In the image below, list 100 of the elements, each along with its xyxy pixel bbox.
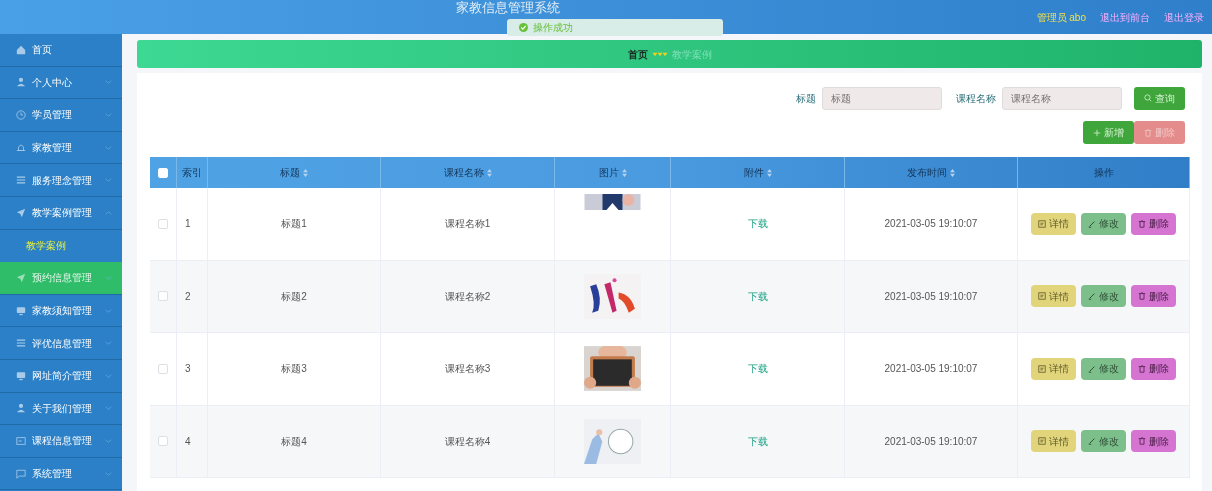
sidebar-subitem[interactable]: 教学案例	[0, 229, 122, 263]
details-button[interactable]: 详情	[1031, 357, 1076, 380]
edit-button[interactable]: 修改	[1081, 357, 1126, 380]
table-cell-text: 课程名称3	[444, 362, 491, 377]
checkbox[interactable]	[158, 363, 168, 374]
sidebar-label: 关于我们管理	[32, 401, 93, 416]
sidebar-item[interactable]: 个人中心	[0, 66, 122, 100]
sidebar-item[interactable]: 网址简介管理	[0, 359, 122, 393]
monitor-icon	[16, 370, 26, 381]
table-cell-text: 2021-03-05 19:10:07	[884, 217, 978, 232]
sidebar-item[interactable]: 预约信息管理	[0, 262, 122, 295]
search-icon	[1144, 94, 1152, 102]
document-icon	[1038, 437, 1046, 446]
search-button[interactable]: 查询	[1134, 86, 1185, 110]
pencil-icon	[1088, 219, 1096, 228]
sidebar-label: 家教管理	[32, 141, 73, 156]
edit-button[interactable]: 修改	[1081, 285, 1126, 308]
add-button[interactable]: 新增	[1083, 121, 1134, 144]
home-icon	[16, 44, 26, 55]
sort-icon	[766, 168, 772, 177]
table-cell-text: 2021-03-05 19:10:07	[884, 289, 978, 304]
send-icon	[16, 207, 26, 218]
sidebar-item[interactable]: 家教管理	[0, 131, 122, 165]
sidebar-label: 预约信息管理	[32, 271, 93, 286]
delete-button[interactable]: 删除	[1131, 430, 1176, 453]
document-icon	[1038, 292, 1046, 301]
checkbox[interactable]	[158, 436, 168, 447]
trash-icon	[1138, 364, 1146, 373]
pencil-icon	[1088, 437, 1096, 446]
app-title: 家教信息管理系统	[456, 0, 561, 18]
table-cell-text: 标题3	[281, 362, 307, 377]
details-button[interactable]: 详情	[1031, 212, 1076, 235]
sidebar-item[interactable]: 服务理念管理	[0, 164, 122, 197]
sidebar-item[interactable]: 系统管理	[0, 457, 122, 491]
edit-button[interactable]: 修改	[1081, 430, 1126, 453]
delete-button[interactable]: 删除	[1131, 357, 1176, 380]
sidebar-label: 教学案例管理	[32, 206, 93, 221]
header-link[interactable]: 退出到前台	[1100, 9, 1150, 25]
table-cell-text: 4	[185, 434, 191, 449]
delete-button[interactable]: 删除	[1131, 285, 1176, 308]
sort-icon	[950, 168, 955, 177]
sidebar-item[interactable]: 评优信息管理	[0, 327, 122, 360]
download-link[interactable]: 下载	[747, 433, 768, 449]
trash-icon	[1138, 219, 1146, 228]
chat-icon	[16, 468, 26, 479]
trash-icon	[1138, 437, 1146, 446]
search-label: 标题	[796, 91, 816, 106]
details-button[interactable]: 详情	[1031, 430, 1076, 453]
document-icon	[1038, 219, 1046, 228]
send-icon	[16, 272, 26, 283]
bell-icon	[16, 142, 26, 153]
toast-message: 操作成功	[533, 21, 573, 35]
sidebar-item[interactable]: 教学案例管理	[0, 196, 122, 230]
table-cell-text: 1	[185, 217, 191, 232]
header-link[interactable]: 退出登录	[1164, 9, 1204, 25]
user-icon	[16, 403, 26, 414]
clock-icon	[16, 110, 26, 120]
sort-icon	[621, 168, 627, 177]
table-cell-text: 课程名称2	[444, 289, 491, 304]
sidebar-label: 课程信息管理	[32, 434, 93, 449]
card-icon	[16, 435, 26, 446]
menu-icon	[16, 175, 26, 186]
admin-label: 管理员 abo	[1036, 10, 1086, 25]
checkbox[interactable]	[158, 218, 168, 229]
table-cell-text: 标题1	[281, 217, 307, 232]
trash-icon	[1144, 128, 1152, 137]
sidebar-item[interactable]: 家教须知管理	[0, 294, 122, 328]
download-link[interactable]: 下载	[747, 361, 768, 377]
checkbox[interactable]	[158, 291, 168, 302]
sidebar-label: 评优信息管理	[32, 336, 93, 351]
sort-icon	[486, 168, 492, 177]
plus-icon	[1093, 128, 1101, 137]
sidebar-label: 首页	[32, 43, 53, 58]
success-icon	[519, 23, 528, 32]
sidebar-label: 学员管理	[32, 108, 73, 123]
sidebar-item[interactable]: 课程信息管理	[0, 425, 122, 458]
sidebar-label: 系统管理	[32, 467, 73, 481]
sidebar-label: 家教须知管理	[32, 304, 93, 319]
search-label: 课程名称	[956, 91, 996, 106]
table-cell-text: 2021-03-05 19:10:07	[884, 434, 978, 449]
breadcrumb-item[interactable]: 首页	[627, 46, 648, 62]
table-cell-text: 课程名称4	[444, 434, 491, 449]
sidebar-item[interactable]: 关于我们管理	[0, 392, 122, 426]
download-link[interactable]: 下载	[747, 216, 768, 232]
details-button[interactable]: 详情	[1031, 285, 1076, 308]
document-icon	[1038, 364, 1046, 373]
sidebar-label: 个人中心	[32, 75, 73, 90]
table-cell-text: 2	[185, 289, 191, 304]
download-link[interactable]: 下载	[747, 288, 768, 304]
menu-icon	[16, 338, 26, 349]
sidebar-item[interactable]: 首页	[0, 34, 122, 67]
edit-button[interactable]: 修改	[1081, 212, 1126, 235]
search-field[interactable]: 标题	[822, 86, 942, 110]
delete-button[interactable]: 删除	[1131, 212, 1176, 235]
sidebar-item[interactable]: 学员管理	[0, 99, 122, 132]
table-cell-text: 标题2	[281, 289, 307, 304]
pencil-icon	[1088, 292, 1096, 301]
trash-icon	[1138, 292, 1146, 301]
user-icon	[16, 77, 26, 88]
search-field[interactable]: 课程名称	[1002, 86, 1122, 110]
